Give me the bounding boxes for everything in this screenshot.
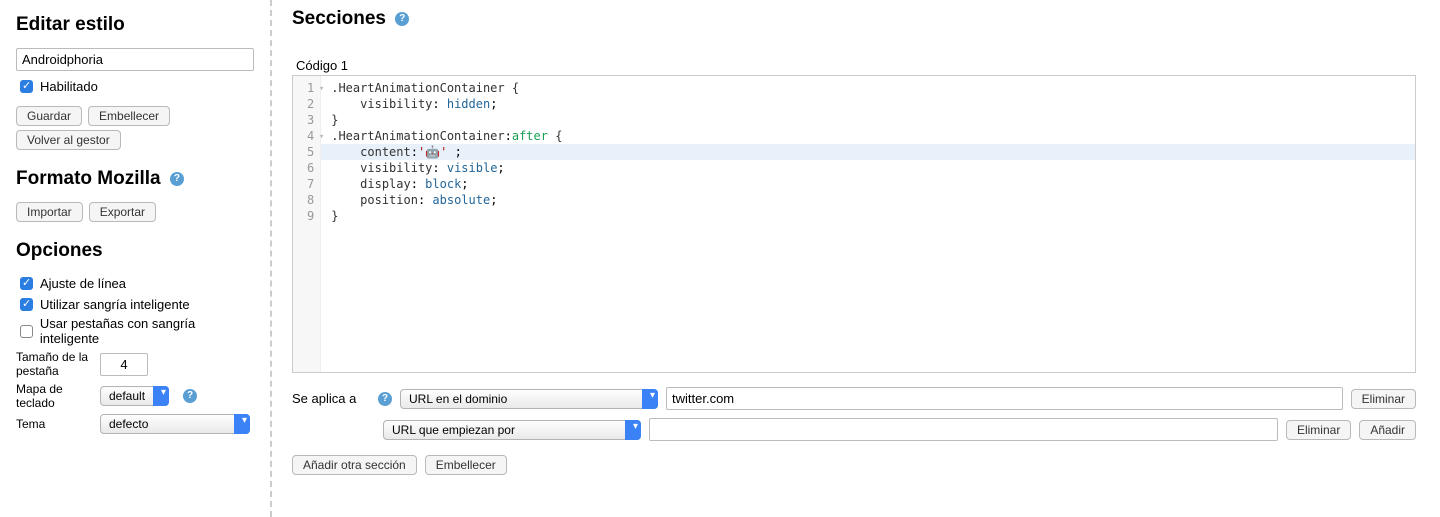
- tab-size-label: Tamaño de la pestaña: [16, 350, 90, 378]
- help-icon[interactable]: ?: [183, 389, 197, 403]
- smart-indent-checkbox[interactable]: [20, 298, 33, 311]
- sections-heading: Secciones ?: [292, 8, 1416, 30]
- gutter: 1 2 3 4 5 6 7 8 9: [293, 76, 321, 372]
- enabled-checkbox[interactable]: [20, 80, 33, 93]
- theme-label: Tema: [16, 417, 90, 431]
- mozilla-format-heading: Formato Mozilla ?: [16, 168, 256, 190]
- import-button[interactable]: Importar: [16, 202, 83, 222]
- enabled-label: Habilitado: [40, 79, 98, 94]
- rule-type-select[interactable]: URL que empiezan por: [383, 420, 641, 440]
- help-icon[interactable]: ?: [395, 12, 409, 26]
- keymap-select[interactable]: default: [100, 386, 169, 406]
- code-area[interactable]: .HeartAnimationContainer { visibility: h…: [321, 76, 1415, 372]
- delete-rule-button[interactable]: Eliminar: [1351, 389, 1416, 409]
- code-editor[interactable]: 1 2 3 4 5 6 7 8 9 .HeartAnimationContain…: [292, 75, 1416, 373]
- sidebar: Editar estilo Habilitado Guardar Embelle…: [0, 0, 272, 517]
- code-section-label: Código 1: [296, 58, 1416, 73]
- options-heading: Opciones: [16, 240, 256, 262]
- back-to-manager-button[interactable]: Volver al gestor: [16, 130, 121, 150]
- keymap-label: Mapa de teclado: [16, 382, 90, 410]
- delete-rule-button[interactable]: Eliminar: [1286, 420, 1351, 440]
- tabs-smart-checkbox[interactable]: [20, 325, 33, 338]
- tab-size-input[interactable]: [100, 353, 148, 376]
- add-section-button[interactable]: Añadir otra sección: [292, 455, 417, 475]
- beautify-section-button[interactable]: Embellecer: [425, 455, 507, 475]
- rule-value-input[interactable]: [666, 387, 1343, 410]
- smart-indent-label: Utilizar sangría inteligente: [40, 297, 190, 312]
- linewrap-label: Ajuste de línea: [40, 276, 126, 291]
- main-panel: Secciones ? Código 1 1 2 3 4 5 6 7 8 9 .…: [272, 0, 1440, 517]
- style-name-input[interactable]: [16, 48, 254, 71]
- help-icon[interactable]: ?: [170, 172, 184, 186]
- help-icon[interactable]: ?: [378, 392, 392, 406]
- beautify-button[interactable]: Embellecer: [88, 106, 170, 126]
- tabs-smart-label: Usar pestañas con sangría inteligente: [40, 316, 256, 346]
- linewrap-checkbox[interactable]: [20, 277, 33, 290]
- export-button[interactable]: Exportar: [89, 202, 156, 222]
- rule-type-select[interactable]: URL en el dominio: [400, 389, 658, 409]
- save-button[interactable]: Guardar: [16, 106, 82, 126]
- add-rule-button[interactable]: Añadir: [1359, 420, 1416, 440]
- rule-value-input[interactable]: [649, 418, 1278, 441]
- applies-to-label: Se aplica a: [292, 391, 366, 406]
- edit-style-heading: Editar estilo: [16, 14, 256, 36]
- theme-select[interactable]: defecto: [100, 414, 250, 434]
